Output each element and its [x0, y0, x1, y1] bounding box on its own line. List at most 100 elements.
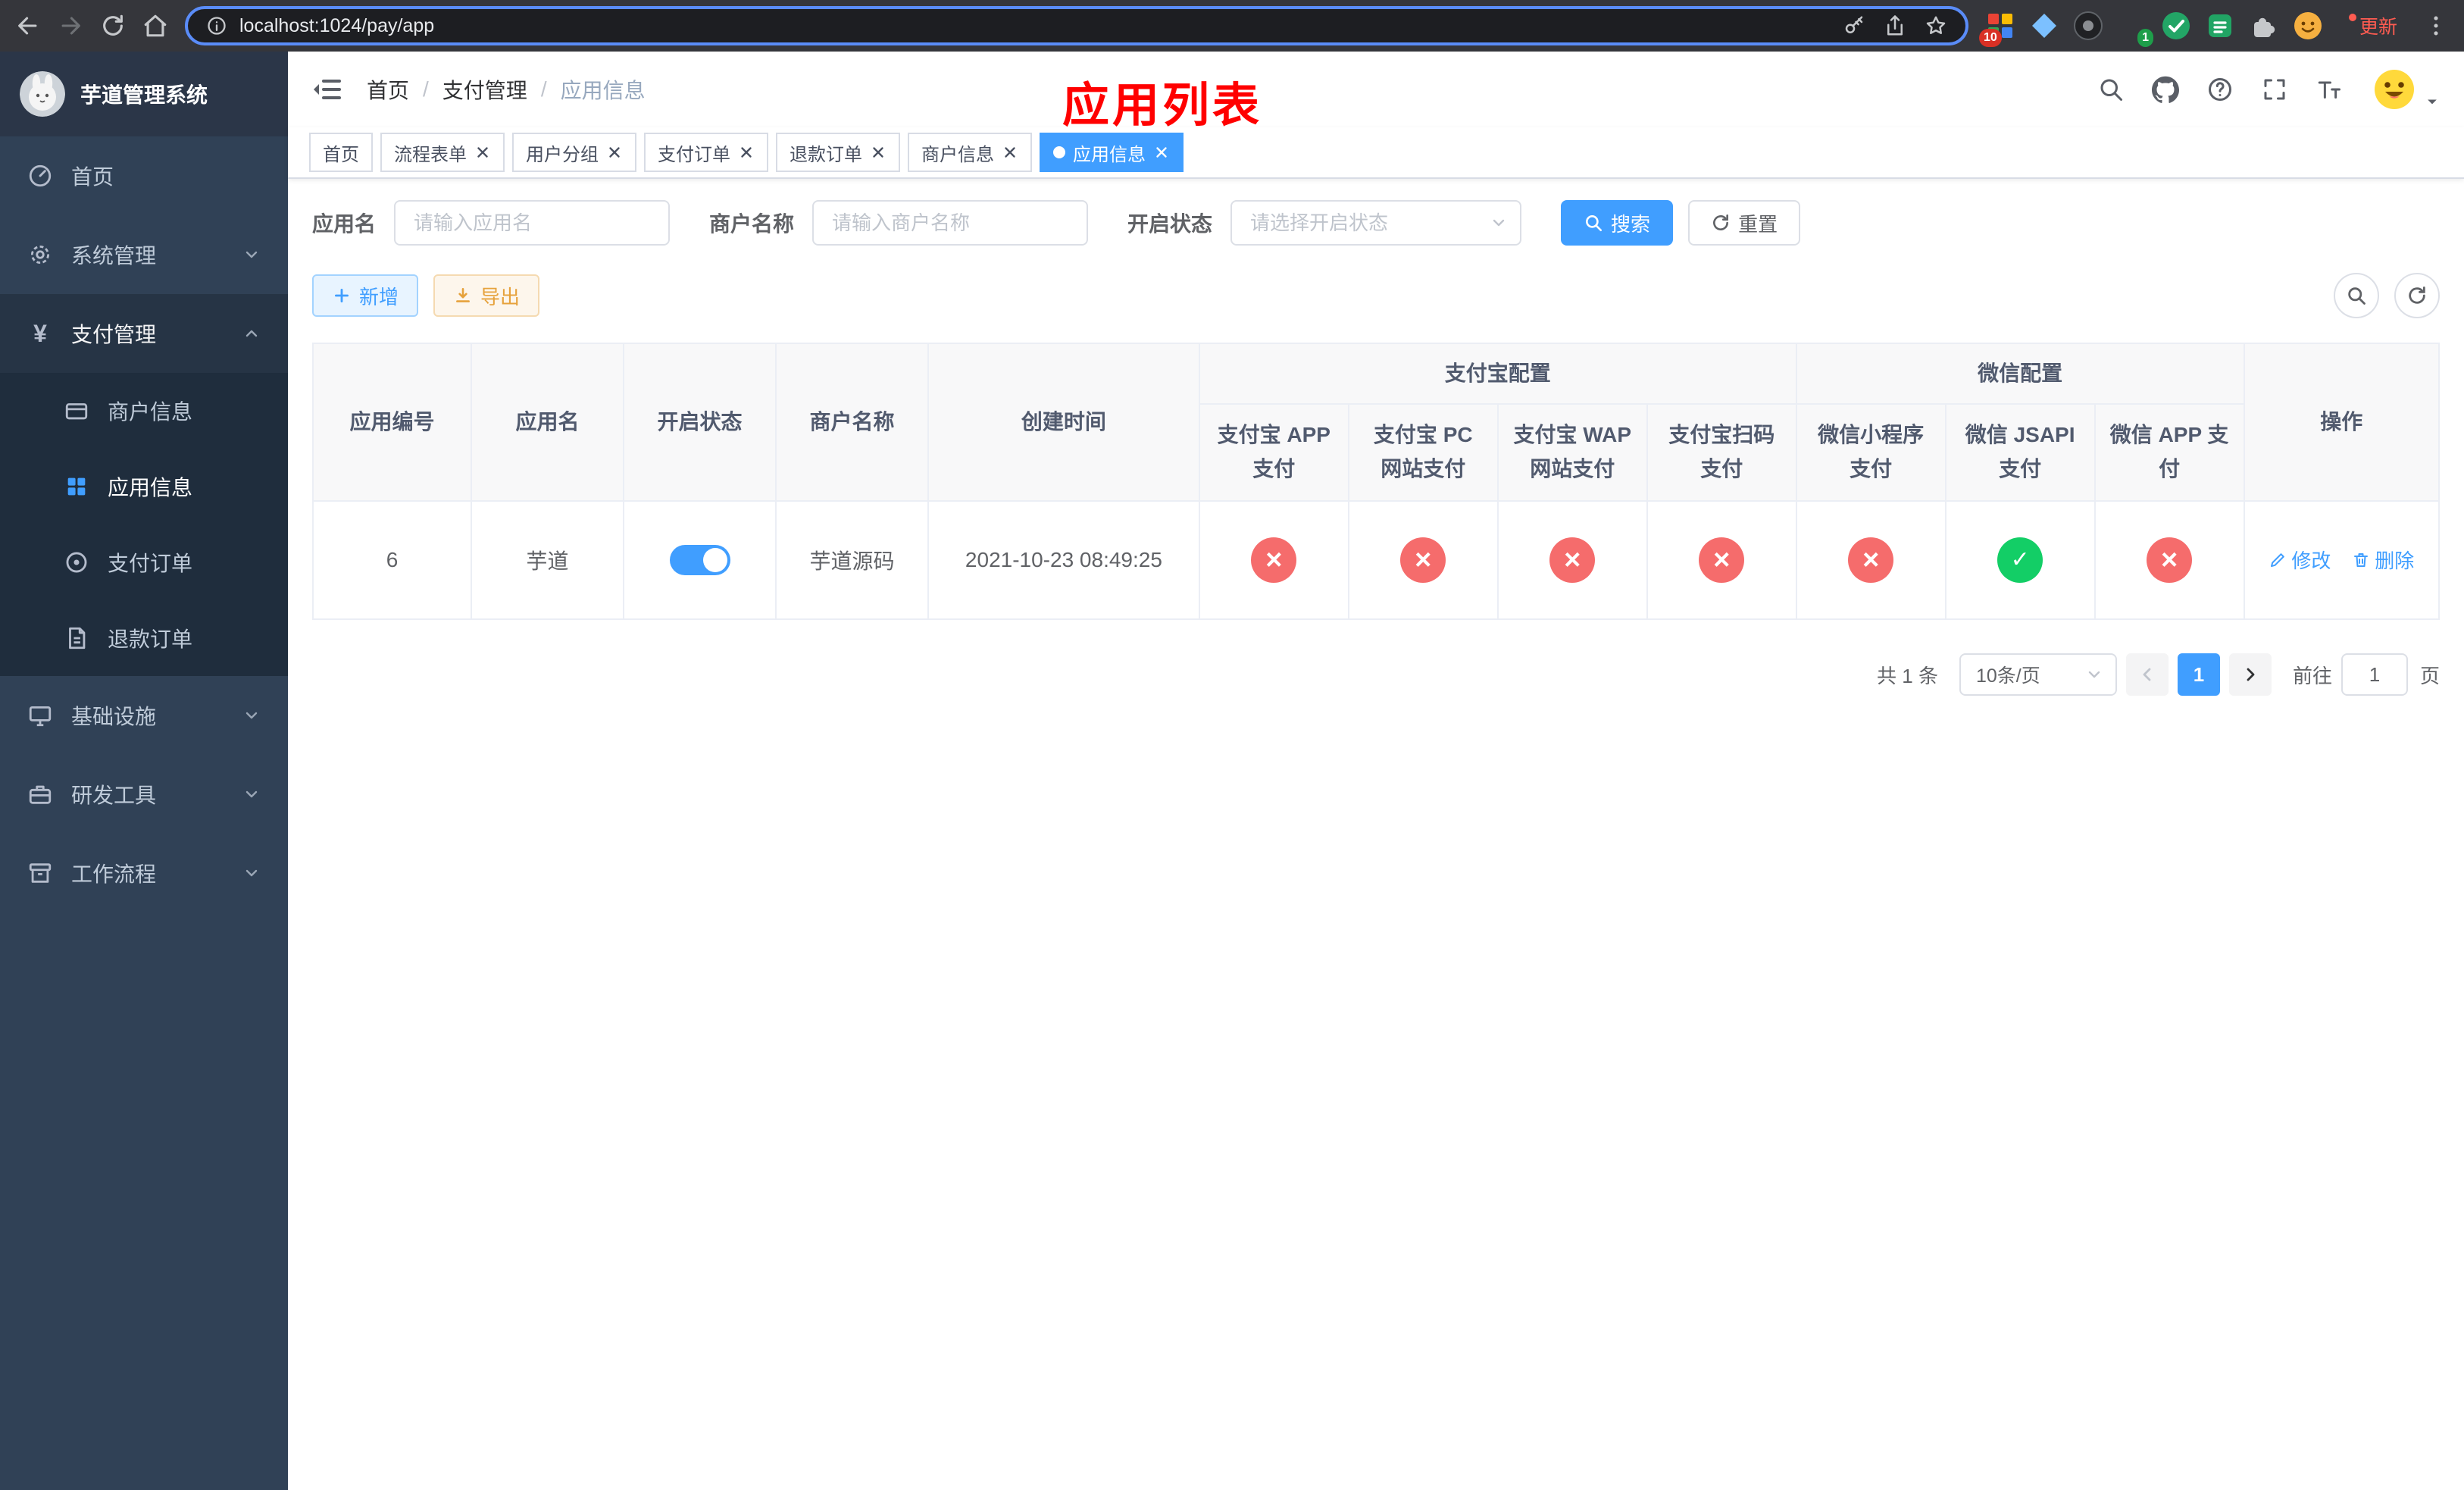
update-button[interactable]: 更新: [2340, 8, 2406, 44]
tab-pay-orders[interactable]: 支付订单: [644, 133, 768, 172]
monitor-icon: [27, 703, 53, 728]
refresh-table-button[interactable]: [2394, 273, 2440, 318]
ext-notes-icon[interactable]: [2205, 11, 2235, 41]
close-icon[interactable]: [870, 144, 886, 161]
tab-home[interactable]: 首页: [309, 133, 373, 172]
chevron-down-icon: [242, 706, 261, 725]
app-logo[interactable]: 芋道管理系统: [0, 52, 288, 136]
ext-badge: 10: [1978, 29, 2002, 47]
sidebar-item-refund-orders[interactable]: 退款订单: [0, 600, 288, 676]
password-key-icon[interactable]: [1843, 14, 1865, 37]
tags-view-bar: 首页 流程表单 用户分组 支付订单 退款订单 商户信息 应用信息: [288, 127, 2464, 179]
merchant-name-input[interactable]: [812, 200, 1089, 246]
col-alipay-app: 支付宝 APP 支付: [1198, 403, 1349, 502]
add-button[interactable]: 新增: [312, 274, 419, 317]
goto-page-input[interactable]: [2340, 653, 2408, 696]
sidebar-item-payment[interactable]: ¥ 支付管理: [0, 294, 288, 373]
status-toggle[interactable]: [669, 545, 730, 575]
col-app-name: 应用名: [471, 343, 625, 502]
app-name-label: 应用名: [312, 212, 377, 236]
ext-dark-icon[interactable]: [2073, 11, 2103, 41]
ext-badge: 1: [2137, 29, 2153, 47]
chevron-down-icon: [242, 864, 261, 882]
profile-avatar-icon[interactable]: [2293, 11, 2323, 41]
sidebar-item-system[interactable]: 系统管理: [0, 215, 288, 294]
sidebar-item-workflow[interactable]: 工作流程: [0, 834, 288, 912]
col-alipay-wap: 支付宝 WAP 网站支付: [1496, 403, 1648, 502]
sidebar-menu: 首页 系统管理 ¥ 支付管理 商户信息 应用信息 支付订单 退款订单 基础设施 …: [0, 136, 288, 912]
page-number-button[interactable]: 1: [2177, 653, 2220, 696]
edit-link[interactable]: 修改: [2269, 546, 2331, 574]
font-size-icon[interactable]: [2315, 76, 2343, 103]
status-select[interactable]: [1230, 200, 1522, 246]
page-size-select[interactable]: [1959, 653, 2117, 696]
goto-suffix: 页: [2419, 664, 2440, 687]
search-icon[interactable]: [2097, 76, 2125, 103]
table-toolbar: 新增 导出: [312, 273, 2440, 318]
breadcrumb-payment[interactable]: 支付管理: [442, 74, 527, 105]
sidebar-toggle-icon[interactable]: [312, 74, 342, 105]
url-text[interactable]: localhost:1024/pay/app: [239, 15, 434, 37]
user-menu[interactable]: [2370, 65, 2440, 114]
sidebar-item-app-info[interactable]: 应用信息: [0, 449, 288, 524]
group-wechat-config: 微信配置: [1795, 343, 2245, 405]
ext-colorwheel-icon[interactable]: 1: [2117, 11, 2153, 47]
tab-process-form[interactable]: 流程表单: [380, 133, 505, 172]
refresh-icon: [1711, 213, 1731, 233]
browser-refresh-icon[interactable]: [100, 13, 126, 39]
help-icon[interactable]: [2206, 76, 2234, 103]
toggle-search-button[interactable]: [2334, 273, 2379, 318]
tab-app-info[interactable]: 应用信息: [1040, 133, 1184, 172]
tab-refund-orders[interactable]: 退款订单: [776, 133, 900, 172]
export-button[interactable]: 导出: [433, 274, 540, 317]
logo-rabbit-icon: [20, 71, 65, 117]
ext-grid-icon[interactable]: 10: [1978, 11, 2015, 47]
pagination: 共 1 条 1 前往 页: [312, 653, 2440, 696]
cell-app-id: 6: [312, 500, 473, 620]
chevron-down-icon: [242, 246, 261, 264]
chevron-down-icon: [242, 785, 261, 803]
breadcrumb-home[interactable]: 首页: [367, 74, 409, 105]
browser-home-icon[interactable]: [142, 13, 168, 39]
sidebar-item-pay-orders[interactable]: 支付订单: [0, 524, 288, 600]
payment-submenu: 商户信息 应用信息 支付订单 退款订单: [0, 373, 288, 676]
browser-toolbar: localhost:1024/pay/app 10 1 更新: [0, 0, 2464, 52]
app-name-input[interactable]: [394, 200, 671, 246]
ext-check-icon[interactable]: [2161, 11, 2191, 41]
bookmark-star-icon[interactable]: [1925, 14, 1947, 37]
ext-diamond-icon[interactable]: [2029, 11, 2059, 41]
close-icon[interactable]: [474, 144, 491, 161]
close-icon[interactable]: [606, 144, 623, 161]
tab-user-group[interactable]: 用户分组: [512, 133, 636, 172]
browser-back-icon[interactable]: [15, 13, 41, 39]
close-icon[interactable]: [738, 144, 755, 161]
page-content: 应用名 商户名称 开启状态: [288, 179, 2464, 1490]
extensions-puzzle-icon[interactable]: [2249, 11, 2279, 41]
chevron-down-icon: [2085, 665, 2103, 684]
next-page-button[interactable]: [2228, 653, 2272, 696]
status-select-input[interactable]: [1230, 200, 1522, 246]
sidebar-item-merchant-info[interactable]: 商户信息: [0, 373, 288, 449]
status-label: 开启状态: [1127, 212, 1213, 236]
close-icon[interactable]: [1153, 144, 1170, 161]
sidebar-item-infrastructure[interactable]: 基础设施: [0, 676, 288, 755]
trash-icon: [2354, 552, 2369, 567]
reset-button[interactable]: 重置: [1688, 200, 1801, 246]
prev-page-button[interactable]: [2125, 653, 2169, 696]
sidebar-item-home[interactable]: 首页: [0, 136, 288, 215]
delete-link[interactable]: 删除: [2352, 546, 2414, 574]
share-icon[interactable]: [1884, 14, 1906, 37]
address-bar[interactable]: localhost:1024/pay/app: [185, 6, 1968, 45]
github-icon[interactable]: [2152, 76, 2179, 103]
browser-menu-kebab-icon[interactable]: [2423, 13, 2449, 39]
close-icon[interactable]: [1002, 144, 1018, 161]
search-button[interactable]: 搜索: [1561, 200, 1674, 246]
browser-forward-icon[interactable]: [58, 13, 83, 39]
sidebar-item-dev-tools[interactable]: 研发工具: [0, 755, 288, 834]
omnibox-actions: [1843, 14, 1947, 37]
tab-merchant-info[interactable]: 商户信息: [908, 133, 1032, 172]
download-icon: [453, 286, 473, 305]
fullscreen-icon[interactable]: [2261, 76, 2288, 103]
site-info-icon[interactable]: [206, 15, 227, 36]
goto-label: 前往: [2292, 664, 2332, 687]
